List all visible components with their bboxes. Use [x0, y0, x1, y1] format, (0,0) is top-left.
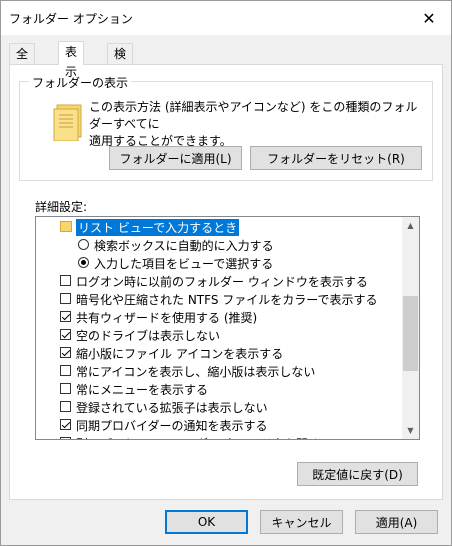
title-bar: フォルダー オプション ✕ [1, 1, 451, 35]
list-item-label: 入力した項目をビューで選択する [94, 257, 274, 271]
ok-button[interactable]: OK [165, 510, 248, 534]
list-item-label: 登録されている拡張子は表示しない [76, 401, 268, 415]
checkbox[interactable] [60, 329, 71, 340]
list-item-label: リスト ビューで入力するとき [76, 219, 240, 236]
description-line: この表示方法 (詳細表示やアイコンなど) をこの種類のフォルダーすべてに [89, 100, 418, 131]
advanced-settings-label: 詳細設定: [35, 200, 88, 214]
list-item[interactable]: 共有ウィザードを使用する (推奨) [36, 308, 402, 326]
tab-general[interactable]: 全般 [9, 43, 36, 81]
list-item-label: 検索ボックスに自動的に入力する [94, 239, 274, 253]
folder-views-description: この表示方法 (詳細表示やアイコンなど) をこの種類のフォルダーすべてに 適用す… [89, 99, 429, 150]
list-item-label: 別のプロセスでフォルダー ウィンドウを開く [76, 435, 320, 439]
apply-to-folders-button[interactable]: フォルダーに適用(L) [109, 146, 242, 170]
reset-folders-button[interactable]: フォルダーをリセット(R) [250, 146, 422, 170]
folder-options-window: フォルダー オプション ✕ 全般 表示 検索 フォルダーの表示 この表示方法 (… [0, 0, 452, 546]
folder-views-title: フォルダーの表示 [29, 74, 132, 91]
checkbox[interactable] [60, 401, 71, 412]
checkbox[interactable] [60, 347, 71, 358]
scroll-up-icon[interactable]: ▲ [402, 217, 419, 234]
checkbox[interactable] [60, 419, 71, 430]
restore-defaults-button[interactable]: 既定値に戻す(D) [297, 462, 418, 486]
list-item-label: 同期プロバイダーの通知を表示する [76, 419, 268, 433]
checkbox[interactable] [60, 311, 71, 322]
checkbox[interactable] [60, 437, 71, 439]
close-icon: ✕ [422, 8, 436, 28]
radio-button[interactable] [78, 239, 89, 250]
advanced-settings-list[interactable]: リスト ビューで入力するとき検索ボックスに自動的に入力する 入力した項目をビューで… [35, 216, 420, 440]
radio-button[interactable] [78, 257, 89, 268]
checkbox[interactable] [60, 275, 71, 286]
list-item[interactable]: 常にメニューを表示する [36, 380, 402, 398]
list-item[interactable]: 入力した項目をビューで選択する [36, 254, 402, 272]
list-item[interactable]: リスト ビューで入力するとき [36, 218, 402, 236]
list-item-label: ログオン時に以前のフォルダー ウィンドウを表示する [76, 275, 368, 289]
scroll-down-icon[interactable]: ▼ [402, 422, 419, 439]
tab-search[interactable]: 検索 [107, 43, 134, 81]
window-title: フォルダー オプション [9, 12, 133, 26]
cancel-button[interactable]: キャンセル [260, 510, 343, 534]
checkbox[interactable] [60, 383, 71, 394]
list-item[interactable]: 同期プロバイダーの通知を表示する [36, 416, 402, 434]
list-item[interactable]: 空のドライブは表示しない [36, 326, 402, 344]
checkbox[interactable] [60, 293, 71, 304]
list-item[interactable]: 縮小版にファイル アイコンを表示する [36, 344, 402, 362]
folder-icon [60, 221, 72, 232]
list-item-label: 共有ウィザードを使用する (推奨) [76, 311, 258, 325]
tab-view[interactable]: 表示 [58, 41, 85, 79]
scroll-thumb[interactable] [403, 296, 418, 371]
apply-button[interactable]: 適用(A) [355, 510, 438, 534]
checkbox[interactable] [60, 365, 71, 376]
list-item[interactable]: 登録されている拡張子は表示しない [36, 398, 402, 416]
list-item-label: 常にアイコンを表示し、縮小版は表示しない [76, 365, 316, 379]
list-item[interactable]: ログオン時に以前のフォルダー ウィンドウを表示する [36, 272, 402, 290]
vertical-scrollbar[interactable]: ▲ ▼ [402, 217, 419, 439]
list-item-label: 空のドライブは表示しない [76, 329, 221, 343]
list-item-label: 縮小版にファイル アイコンを表示する [76, 347, 284, 361]
list-item-label: 常にメニューを表示する [76, 383, 209, 397]
list-item[interactable]: 検索ボックスに自動的に入力する [36, 236, 402, 254]
close-button[interactable]: ✕ [413, 5, 445, 31]
list-item-label: 暗号化や圧縮された NTFS ファイルをカラーで表示する [76, 293, 378, 307]
list-item[interactable]: 別のプロセスでフォルダー ウィンドウを開く [36, 434, 402, 439]
list-item[interactable]: 常にアイコンを表示し、縮小版は表示しない [36, 362, 402, 380]
list-item[interactable]: 暗号化や圧縮された NTFS ファイルをカラーで表示する [36, 290, 402, 308]
folder-icon [53, 104, 82, 141]
